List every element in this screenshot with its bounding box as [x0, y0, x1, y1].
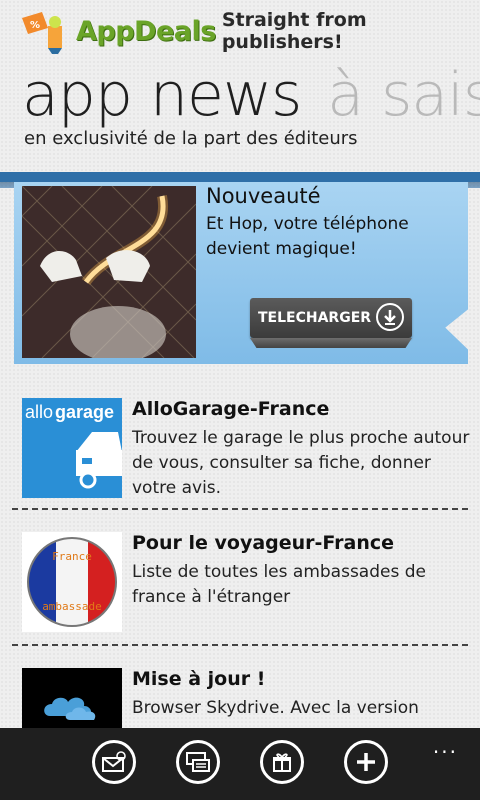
download-button-ribbon: [250, 338, 412, 348]
item-description: Browser Skydrive. Avec la version: [132, 698, 419, 718]
brand-name: AppDeals: [76, 15, 216, 47]
application-bar: ...: [0, 728, 480, 800]
mail-icon[interactable]: [92, 740, 136, 784]
item-title: Pour le voyageur-France: [132, 532, 395, 554]
featured-description: Et Hop, votre téléphone devient magique!: [206, 214, 409, 259]
list-item[interactable]: Mise à jour ! Browser Skydrive. Avec la …: [22, 668, 467, 728]
badge-bottom-text: ambassade: [42, 600, 102, 613]
multitask-icon[interactable]: [176, 740, 220, 784]
panorama-title: app news à sais: [22, 60, 480, 130]
svg-text:%: %: [30, 20, 40, 31]
item-description: Liste de toutes les ambassades de france…: [132, 562, 426, 607]
skydrive-thumbnail: [22, 668, 122, 728]
item-title: Mise à jour !: [132, 668, 266, 690]
download-icon: [376, 303, 404, 331]
add-icon[interactable]: [344, 740, 388, 784]
app-logo: % AppDeals Straight from publishers!: [18, 8, 480, 54]
list-separator: [12, 644, 468, 646]
allogarage-logo-text-1: allo: [25, 402, 53, 422]
list-separator: [12, 508, 468, 510]
french-flag-badge: France ambassade: [22, 532, 122, 632]
featured-title[interactable]: Nouveauté: [206, 184, 321, 208]
featured-band-top: [0, 172, 480, 188]
more-options-icon[interactable]: ...: [433, 734, 458, 758]
featured-image[interactable]: [22, 186, 196, 358]
page-subtitle: en exclusivité de la part des éditeurs: [24, 128, 358, 149]
badge-top-text: France: [52, 550, 92, 563]
list-item[interactable]: France ambassade Pour le voyageur-France…: [22, 532, 467, 632]
panorama-title-next[interactable]: à sais: [327, 60, 480, 130]
item-title: AlloGarage-France: [132, 398, 330, 420]
download-button-label: TELECHARGER: [258, 310, 372, 326]
download-button[interactable]: TELECHARGER: [250, 298, 412, 338]
list-item[interactable]: allo garage AlloGarage-France Trouvez le…: [22, 398, 469, 498]
item-description: Trouvez le garage le plus proche autour …: [132, 428, 470, 498]
brand-tagline: Straight from publishers!: [221, 9, 367, 53]
deals-tag-icon: %: [18, 8, 68, 54]
allogarage-logo-text-2: garage: [55, 402, 114, 422]
panorama-title-current[interactable]: app news: [22, 60, 302, 130]
allogarage-logo: allo garage: [22, 398, 122, 498]
gift-icon[interactable]: [260, 740, 304, 784]
